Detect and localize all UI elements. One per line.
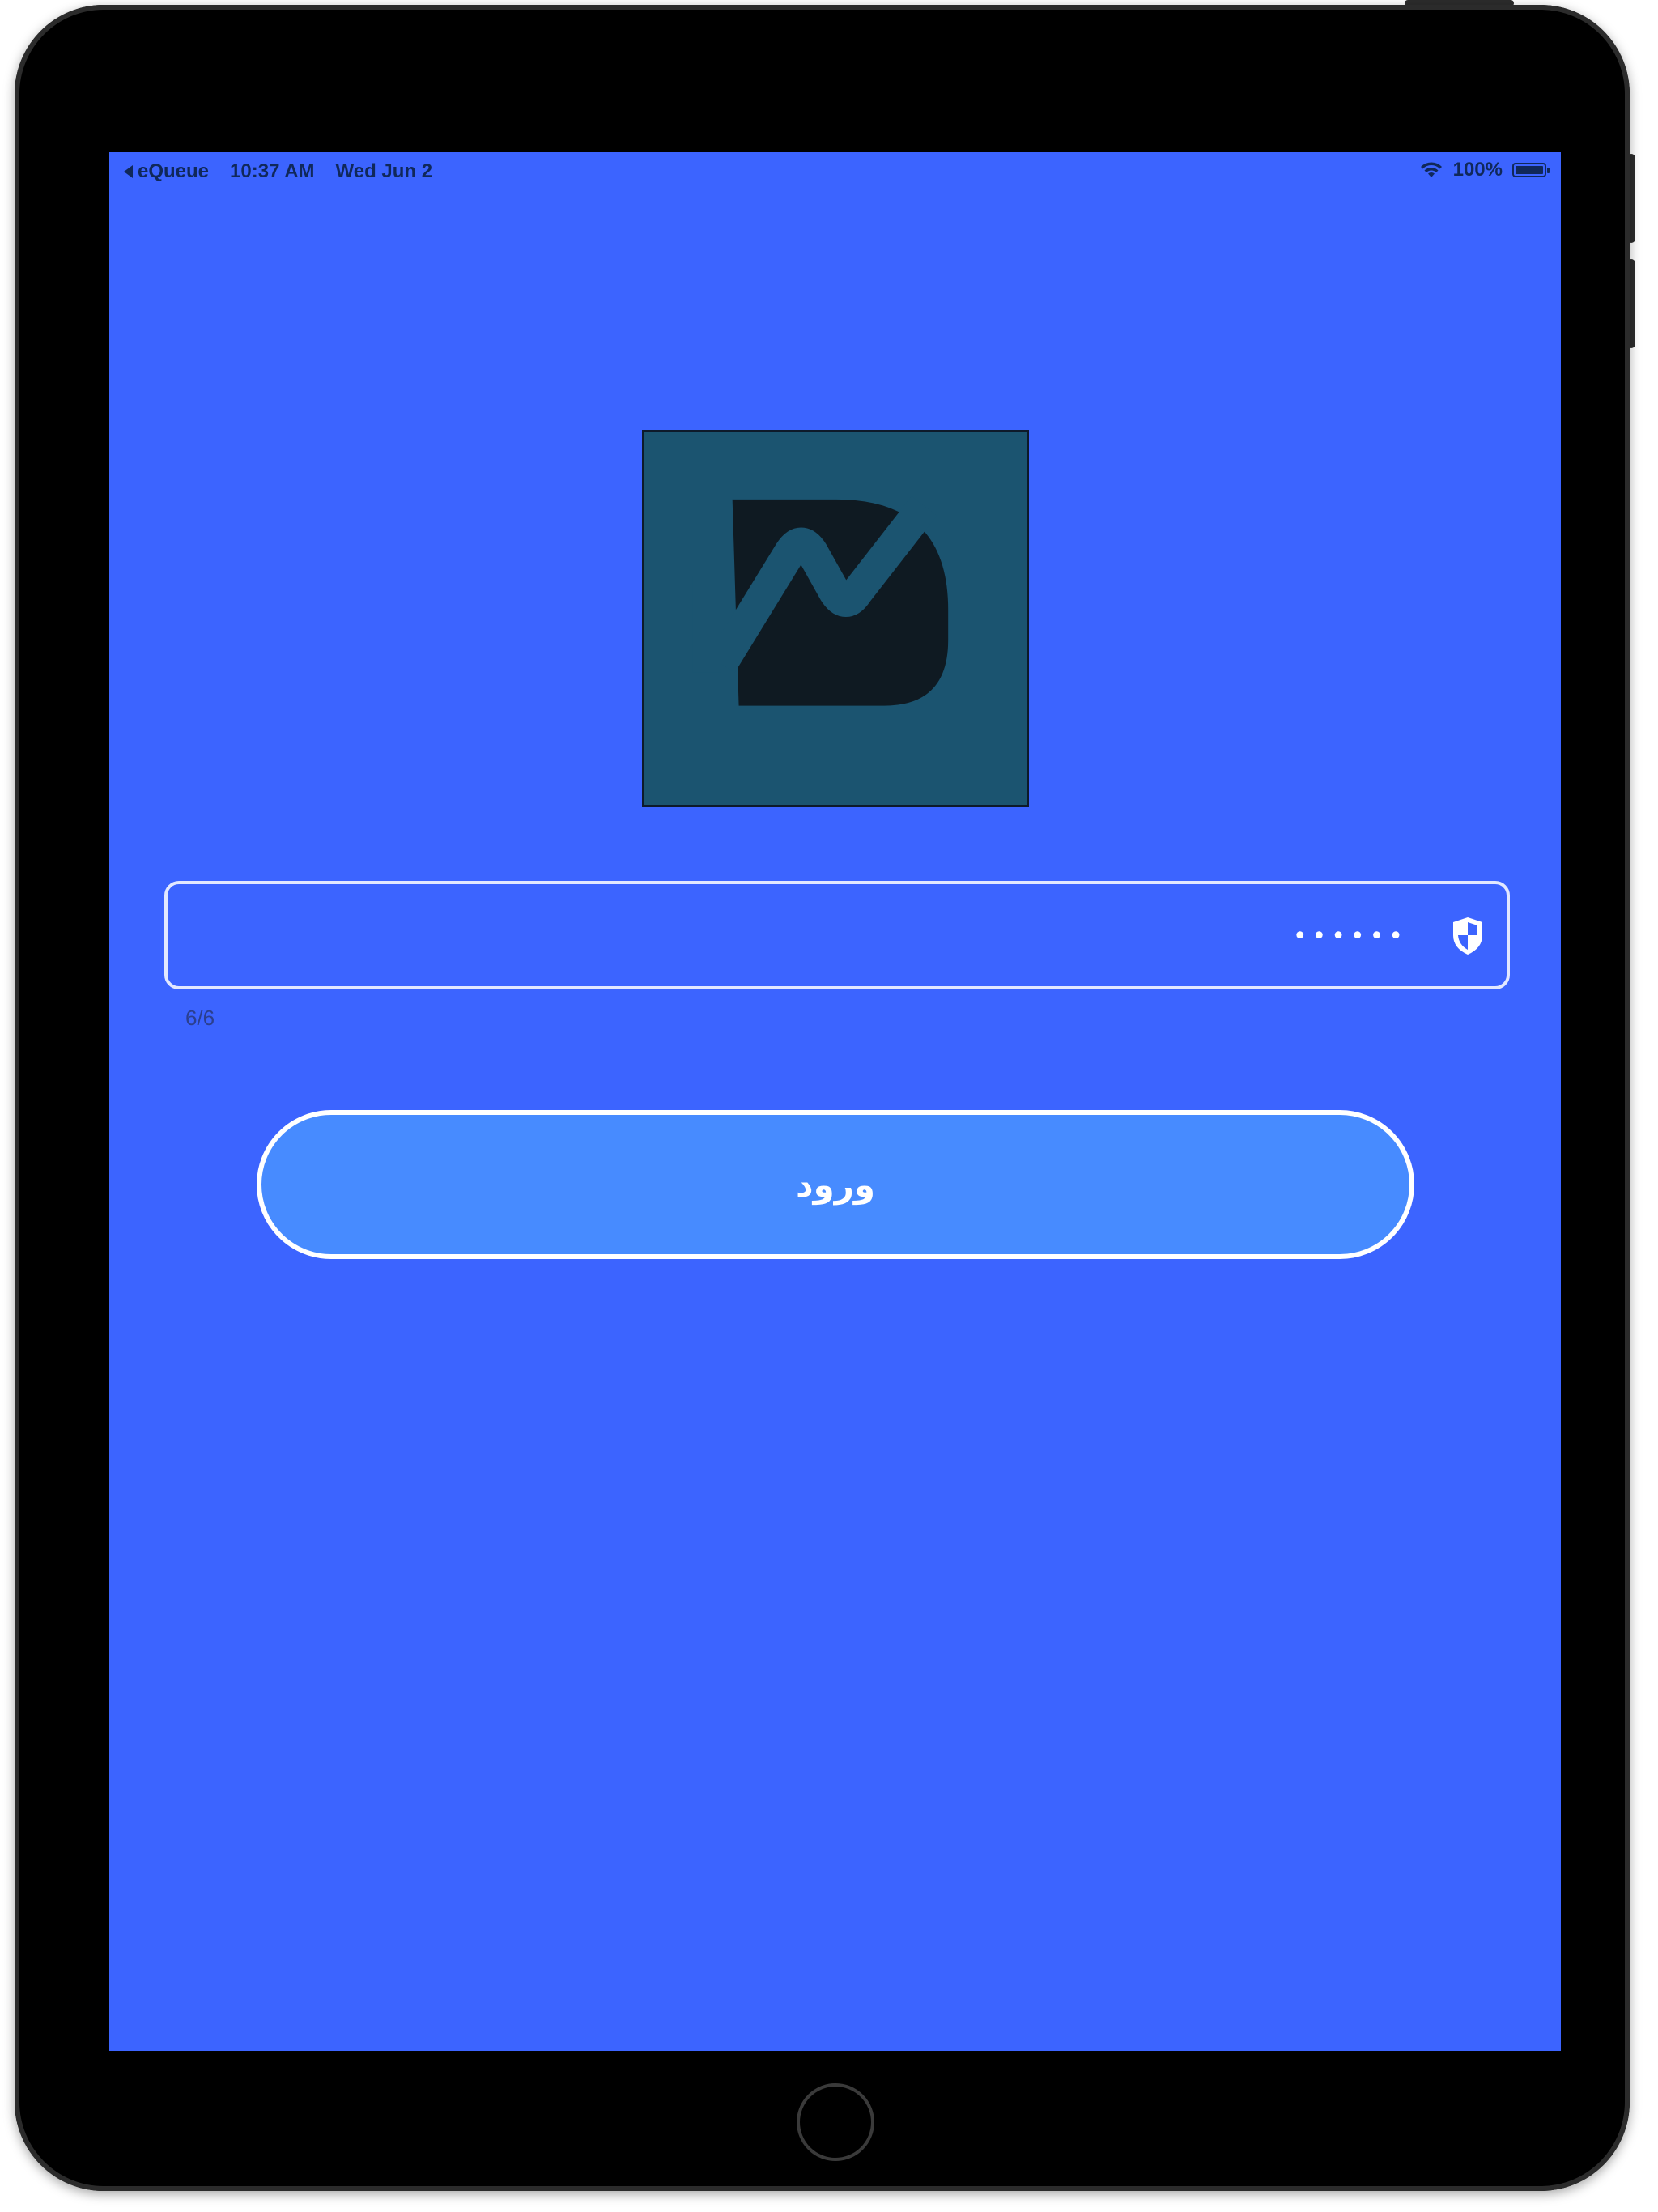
status-left: eQueue 10:37 AM Wed Jun 2 <box>124 160 432 183</box>
back-app-label: eQueue <box>138 160 210 182</box>
status-date: Wed Jun 2 <box>335 160 433 182</box>
screen: eQueue 10:37 AM Wed Jun 2 100% •••••• 6/… <box>109 152 1561 2051</box>
battery-icon <box>1512 163 1550 177</box>
status-right: 100% <box>1419 159 1550 181</box>
battery-tip <box>1547 168 1550 173</box>
battery-level-fill <box>1516 166 1543 174</box>
login-button[interactable]: ورود <box>257 1110 1414 1259</box>
device-home-button[interactable] <box>797 2083 874 2161</box>
shield-icon <box>1453 917 1482 955</box>
device-frame: eQueue 10:37 AM Wed Jun 2 100% •••••• 6/… <box>15 5 1630 2191</box>
back-to-app-link[interactable]: eQueue <box>124 160 209 183</box>
status-bar: eQueue 10:37 AM Wed Jun 2 100% <box>109 152 1561 188</box>
character-counter: 6/6 <box>185 1006 215 1030</box>
wifi-icon <box>1420 162 1442 177</box>
app-logo <box>642 430 1029 807</box>
password-field[interactable] <box>164 881 1510 989</box>
password-input[interactable] <box>192 884 1409 988</box>
battery-percent: 100% <box>1452 159 1503 181</box>
back-arrow-icon <box>124 165 133 178</box>
app-logo-d-wave-icon <box>692 496 949 706</box>
status-time: 10:37 AM <box>230 160 315 182</box>
stage: eQueue 10:37 AM Wed Jun 2 100% •••••• 6/… <box>0 0 1658 2212</box>
